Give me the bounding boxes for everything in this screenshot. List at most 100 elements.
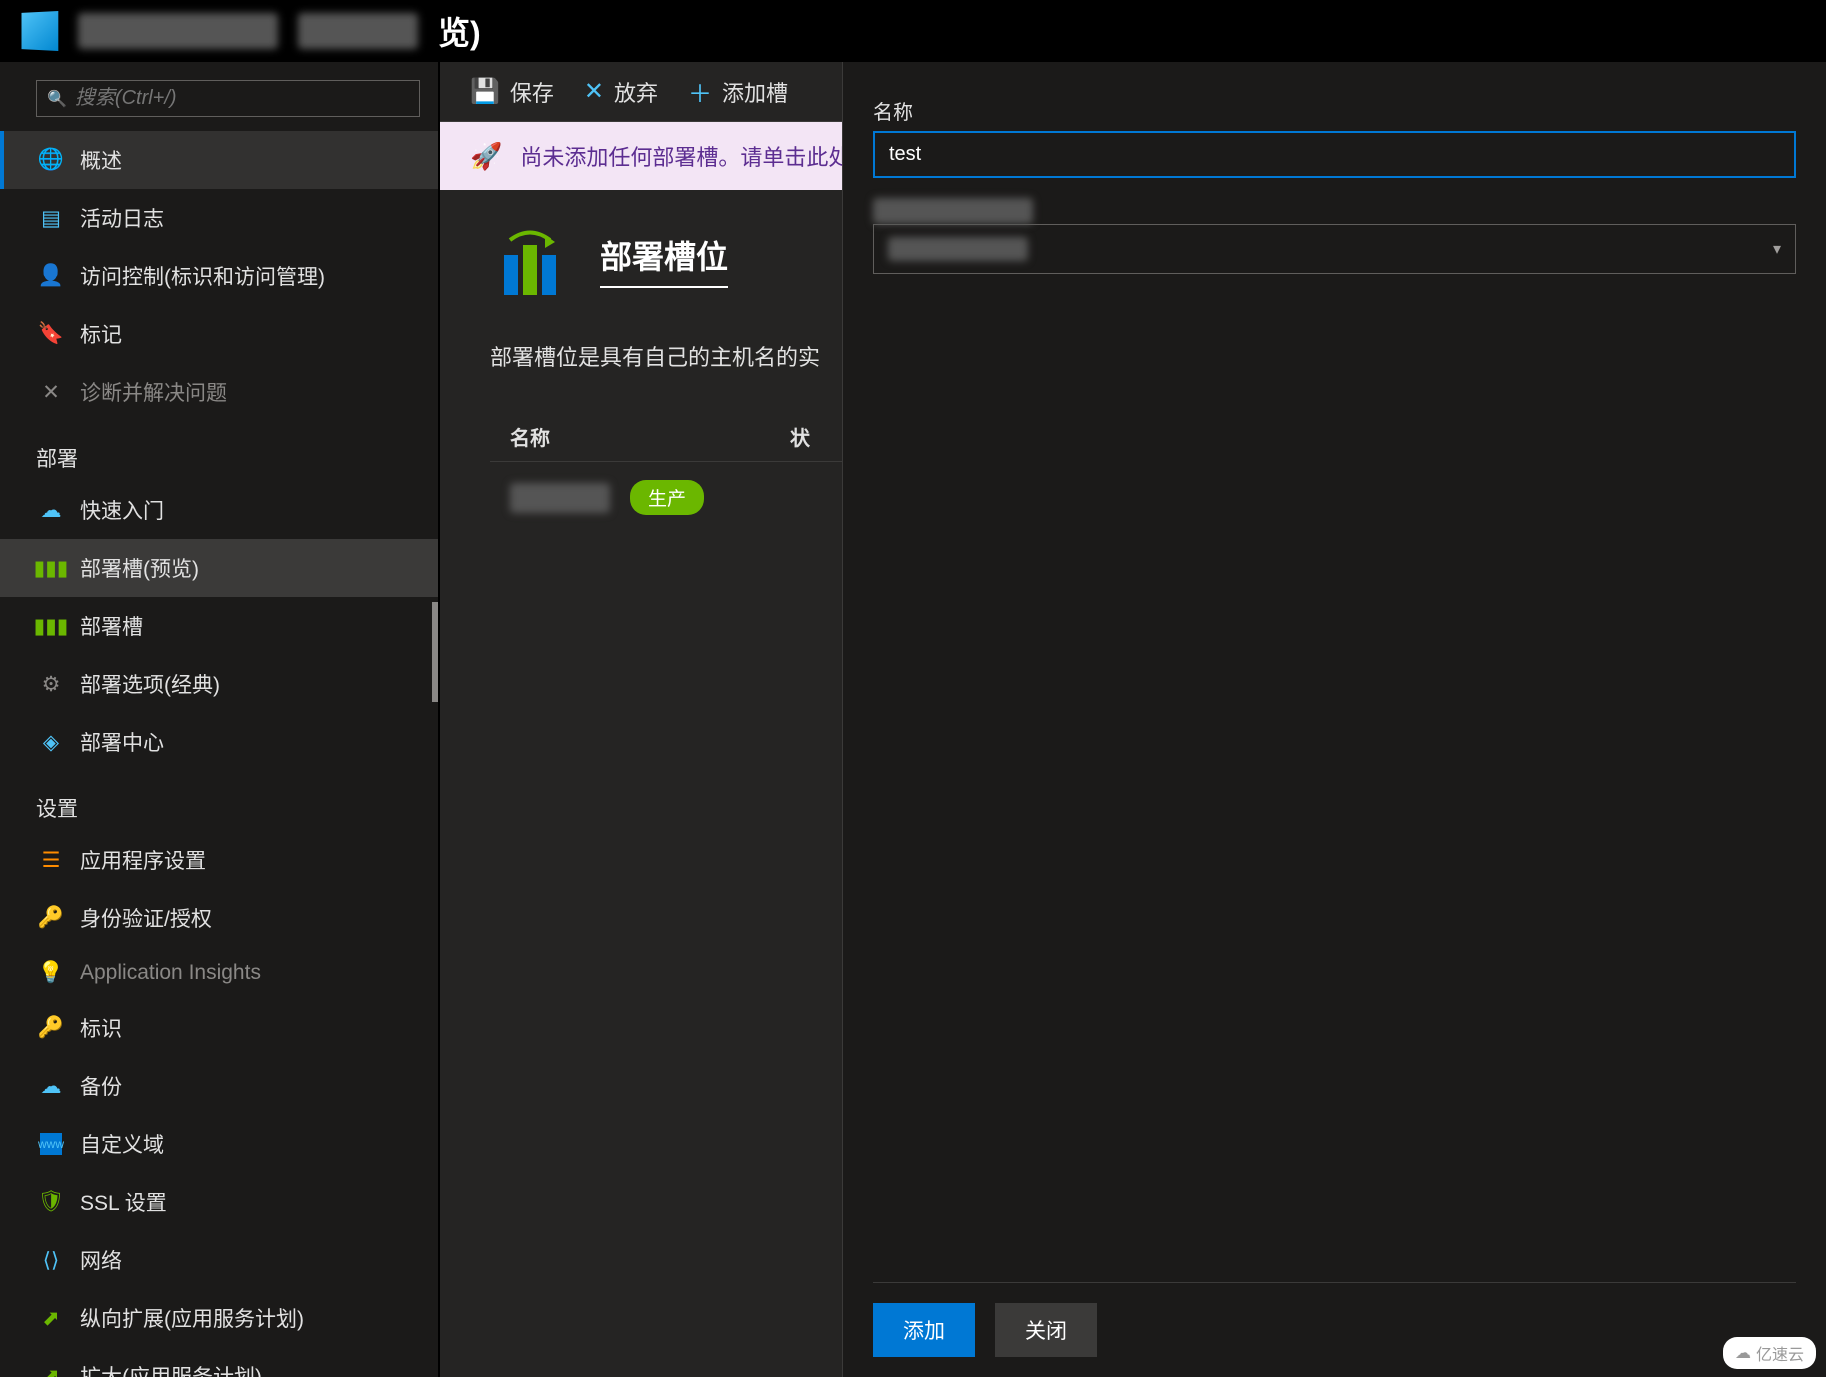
scale-up-icon: ⬈ [40, 1307, 62, 1329]
search-box[interactable]: 🔍 [36, 80, 420, 117]
azure-logo-icon [22, 11, 59, 51]
btn-label: 放弃 [614, 76, 658, 108]
save-icon: 💾 [470, 77, 500, 106]
add-slot-panel: 名称 ▾ 添加 关闭 [842, 62, 1826, 1377]
nav-scale-out[interactable]: ⬈ 扩大(应用服务计划) [0, 1347, 438, 1377]
sidebar: 🔍 🌐 概述 ▤ 活动日志 👤 访问控制(标识和访问管理) 🔖 标记 ✕ 诊断并… [0, 62, 440, 1377]
nav-label: 应用程序设置 [80, 845, 206, 875]
nav-label: 标记 [80, 319, 122, 349]
col-name: 名称 [510, 422, 550, 451]
app-settings-icon: ☰ [40, 849, 62, 871]
search-input[interactable] [75, 87, 409, 110]
tag-icon: 🔖 [40, 323, 62, 345]
nav-label: 纵向扩展(应用服务计划) [80, 1303, 304, 1333]
scale-out-icon: ⬈ [40, 1365, 62, 1377]
add-slot-button[interactable]: ＋ 添加槽 [688, 74, 788, 109]
nav-label: 访问控制(标识和访问管理) [80, 261, 325, 291]
section-deploy: 部署 [0, 421, 438, 481]
search-icon: 🔍 [47, 89, 67, 109]
nav-label: 身份验证/授权 [80, 903, 212, 933]
nav-activity-log[interactable]: ▤ 活动日志 [0, 189, 438, 247]
slots-icon: ▮▮▮ [40, 615, 62, 637]
backup-icon: ☁ [40, 1075, 62, 1097]
discard-button[interactable]: ✕ 放弃 [584, 76, 658, 108]
nav-deployment-options[interactable]: ⚙ 部署选项(经典) [0, 655, 438, 713]
watermark-icon: ☁ [1735, 1343, 1751, 1363]
nav-diagnose[interactable]: ✕ 诊断并解决问题 [0, 363, 438, 421]
nav-deployment-slots-preview[interactable]: ▮▮▮ 部署槽(预览) [0, 539, 438, 597]
nav-overview[interactable]: 🌐 概述 [0, 131, 438, 189]
add-button[interactable]: 添加 [873, 1303, 975, 1357]
main-area: 🔍 🌐 概述 ▤ 活动日志 👤 访问控制(标识和访问管理) 🔖 标记 ✕ 诊断并… [0, 62, 1826, 1377]
close-button[interactable]: 关闭 [995, 1303, 1097, 1357]
nav-app-insights[interactable]: 💡 Application Insights [0, 947, 438, 999]
blurred-text [298, 13, 418, 49]
slot-name-input[interactable] [873, 131, 1796, 178]
clone-settings-select[interactable]: ▾ [873, 224, 1796, 274]
rocket-icon: 🚀 [470, 141, 502, 172]
nav-custom-domain[interactable]: www 自定义域 [0, 1115, 438, 1173]
nav-label: 部署中心 [80, 727, 164, 757]
nav-label: 概述 [80, 145, 122, 175]
blurred-value [888, 237, 1028, 261]
nav-label: 诊断并解决问题 [80, 377, 227, 407]
header-title: 览) [78, 8, 481, 54]
app-header: 览) [0, 0, 1826, 62]
section-settings: 设置 [0, 771, 438, 831]
blurred-label [873, 198, 1033, 224]
network-icon: ⟨⟩ [40, 1249, 62, 1271]
chevron-down-icon: ▾ [1773, 239, 1781, 259]
nav-deployment-slots[interactable]: ▮▮▮ 部署槽 [0, 597, 438, 655]
watermark-text: 亿速云 [1756, 1341, 1804, 1365]
deploy-options-icon: ⚙ [40, 673, 62, 695]
panel-footer: 添加 关闭 [873, 1282, 1796, 1357]
identity-icon: 👤 [40, 265, 62, 287]
col-status: 状 [790, 422, 810, 451]
nav-identity[interactable]: 🔑 标识 [0, 999, 438, 1057]
deploy-center-icon: ◈ [40, 731, 62, 753]
nav-label: SSL 设置 [80, 1187, 167, 1217]
diagnose-icon: ✕ [40, 381, 62, 403]
btn-label: 保存 [510, 76, 554, 108]
discard-icon: ✕ [584, 77, 604, 106]
insights-icon: 💡 [40, 962, 62, 984]
nav-ssl[interactable]: 🛡 SSL 设置 [0, 1173, 438, 1231]
nav-access-control[interactable]: 👤 访问控制(标识和访问管理) [0, 247, 438, 305]
nav-scale-up[interactable]: ⬈ 纵向扩展(应用服务计划) [0, 1289, 438, 1347]
blurred-text [78, 13, 278, 49]
nav-label: 标识 [80, 1013, 122, 1043]
nav-quickstart[interactable]: ☁ 快速入门 [0, 481, 438, 539]
nav-backup[interactable]: ☁ 备份 [0, 1057, 438, 1115]
nav-label: 快速入门 [80, 495, 164, 525]
nav-app-settings[interactable]: ☰ 应用程序设置 [0, 831, 438, 889]
watermark: ☁ 亿速云 [1723, 1337, 1816, 1369]
nav-label: 自定义域 [80, 1129, 164, 1159]
nav-tags[interactable]: 🔖 标记 [0, 305, 438, 363]
save-button[interactable]: 💾 保存 [470, 76, 554, 108]
identity-key-icon: 🔑 [40, 1017, 62, 1039]
btn-label: 添加槽 [722, 76, 788, 108]
nav-auth[interactable]: 🔑 身份验证/授权 [0, 889, 438, 947]
slot-title: 部署槽位 [600, 232, 728, 288]
search-wrap: 🔍 [0, 62, 438, 131]
nav-label: Application Insights [80, 961, 261, 985]
nav-label: 部署槽(预览) [80, 553, 199, 583]
label-name: 名称 [873, 96, 1796, 125]
slots-preview-icon: ▮▮▮ [40, 557, 62, 579]
auth-icon: 🔑 [40, 907, 62, 929]
nav-network[interactable]: ⟨⟩ 网络 [0, 1231, 438, 1289]
deployment-slot-icon [490, 220, 570, 300]
globe-icon: 🌐 [40, 149, 62, 171]
nav-label: 活动日志 [80, 203, 164, 233]
nav-label: 备份 [80, 1071, 122, 1101]
title-suffix: 览) [438, 8, 481, 54]
add-icon: ＋ [688, 74, 712, 109]
ssl-icon: 🛡 [40, 1191, 62, 1213]
nav-deployment-center[interactable]: ◈ 部署中心 [0, 713, 438, 771]
content-area: 💾 保存 ✕ 放弃 ＋ 添加槽 🚀 尚未添加任何部署槽。请单击此处以 [440, 62, 1826, 1377]
nav-label: 扩大(应用服务计划) [80, 1361, 262, 1377]
production-badge: 生产 [630, 480, 704, 515]
quickstart-icon: ☁ [40, 499, 62, 521]
blurred-name [510, 483, 610, 513]
nav-label: 部署选项(经典) [80, 669, 220, 699]
